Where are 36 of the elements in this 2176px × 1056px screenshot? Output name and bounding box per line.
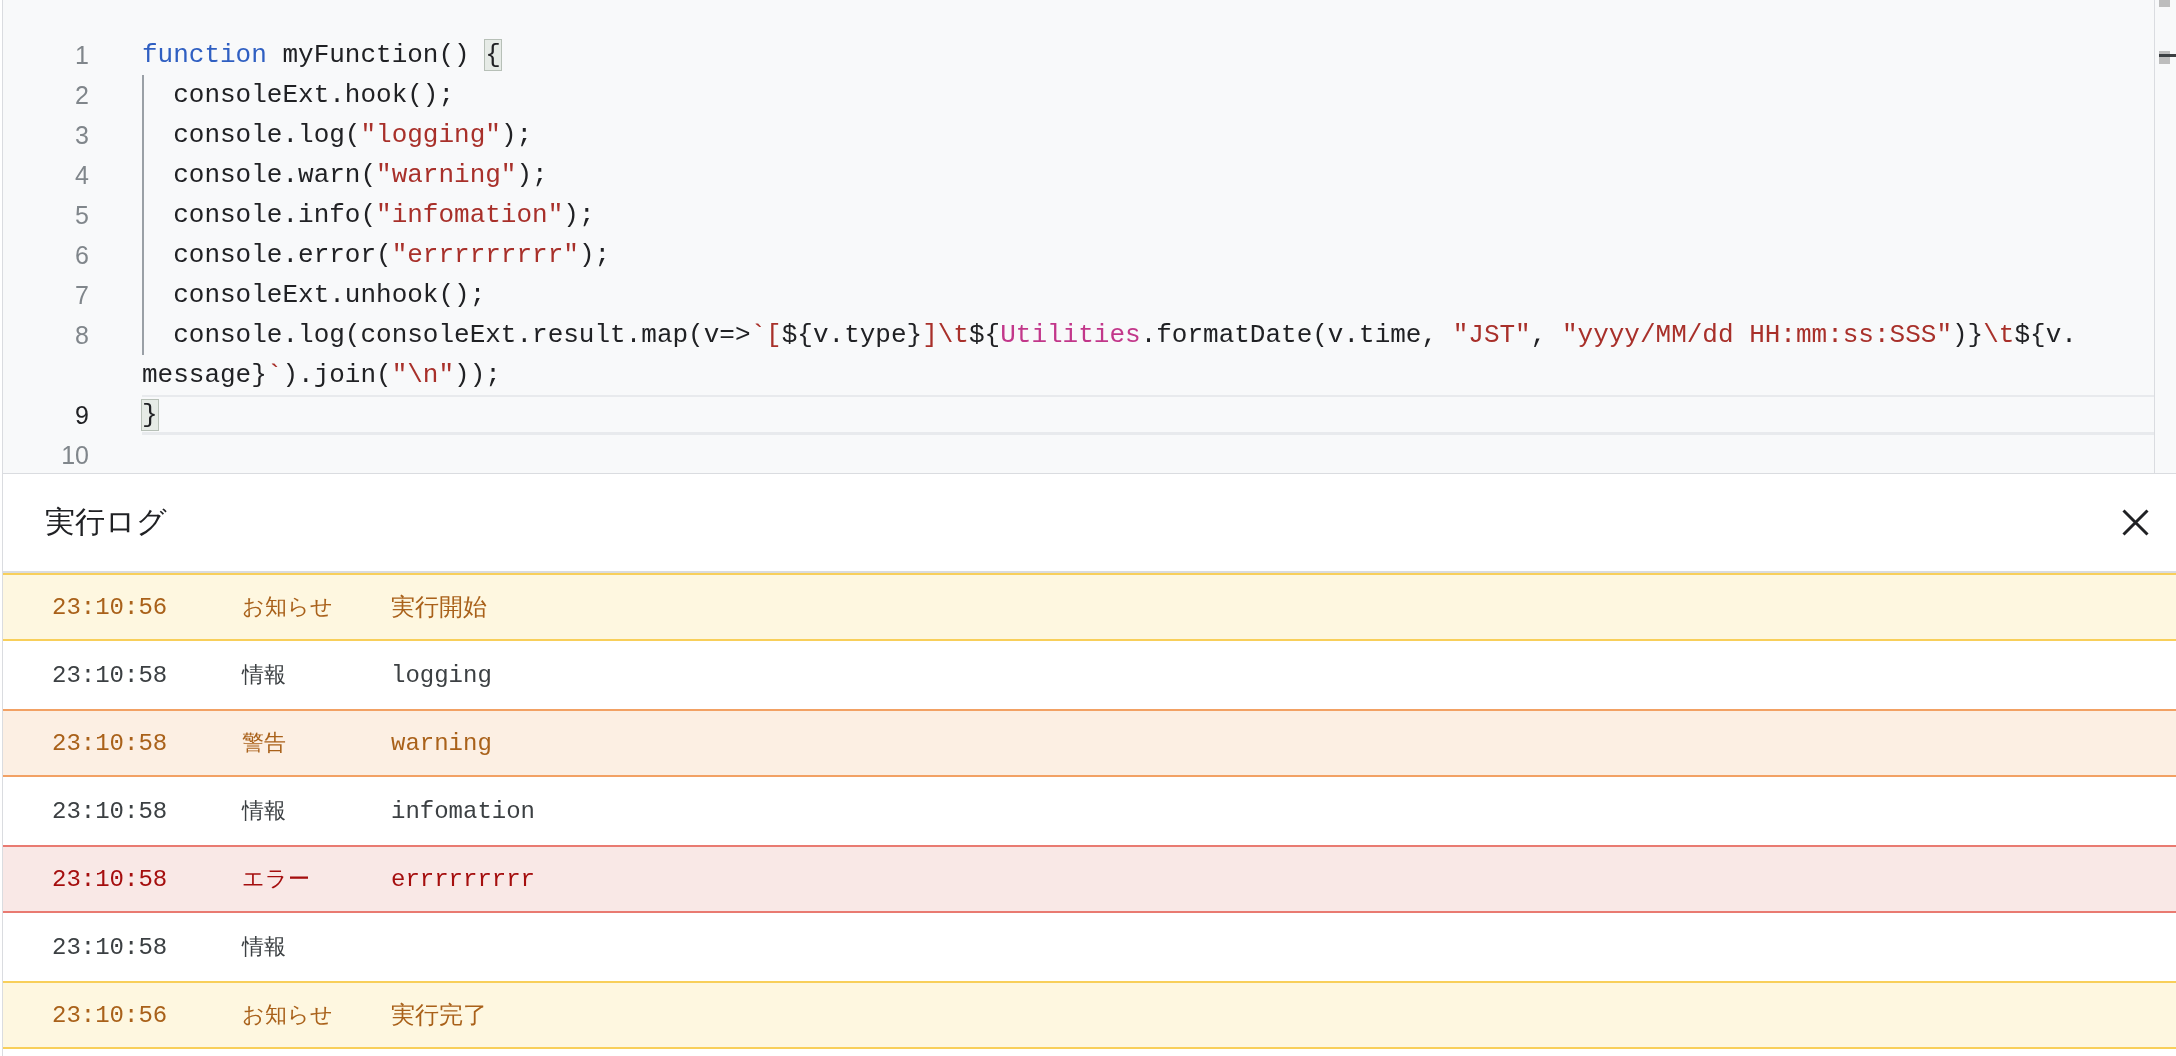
log-message: warning xyxy=(391,729,492,757)
close-button[interactable] xyxy=(2122,509,2149,536)
log-message: logging xyxy=(391,661,492,689)
log-time: 23:10:56 xyxy=(52,593,168,621)
line-number: 2 xyxy=(75,81,89,109)
log-time: 23:10:56 xyxy=(52,1001,168,1029)
panel-title: 実行ログ xyxy=(45,504,167,540)
log-type: お知らせ xyxy=(242,1001,333,1029)
line-number: 10 xyxy=(61,441,89,469)
log-type: 情報 xyxy=(242,661,286,689)
log-time: 23:10:58 xyxy=(52,729,168,757)
log-type: 情報 xyxy=(242,797,286,825)
log-type: エラー xyxy=(242,865,310,893)
log-message: errrrrrrrr xyxy=(391,865,536,893)
log-time: 23:10:58 xyxy=(52,933,168,961)
line-number: 9 xyxy=(75,401,89,429)
log-type: お知らせ xyxy=(242,593,333,621)
cursor-mark-icon xyxy=(2159,54,2176,57)
line-number: 6 xyxy=(75,241,89,269)
log-time: 23:10:58 xyxy=(52,865,168,893)
line-number: 4 xyxy=(75,161,89,189)
log-time: 23:10:58 xyxy=(52,661,168,689)
log-time: 23:10:58 xyxy=(52,797,168,825)
log-type: 警告 xyxy=(242,729,286,757)
line-number: 5 xyxy=(75,201,89,229)
line-number: 8 xyxy=(75,321,89,349)
log-message: infomation xyxy=(391,797,536,825)
line-number: 7 xyxy=(75,281,89,309)
log-message: 実行完了 xyxy=(391,1001,487,1031)
code-line: function myFunction() { xyxy=(142,39,501,72)
line-number: 3 xyxy=(75,121,89,149)
close-icon xyxy=(2122,509,2149,536)
log-message: 実行開始 xyxy=(391,593,487,623)
line-number: 1 xyxy=(75,41,89,69)
ruler-mark-icon xyxy=(2159,0,2170,7)
log-type: 情報 xyxy=(242,933,286,961)
